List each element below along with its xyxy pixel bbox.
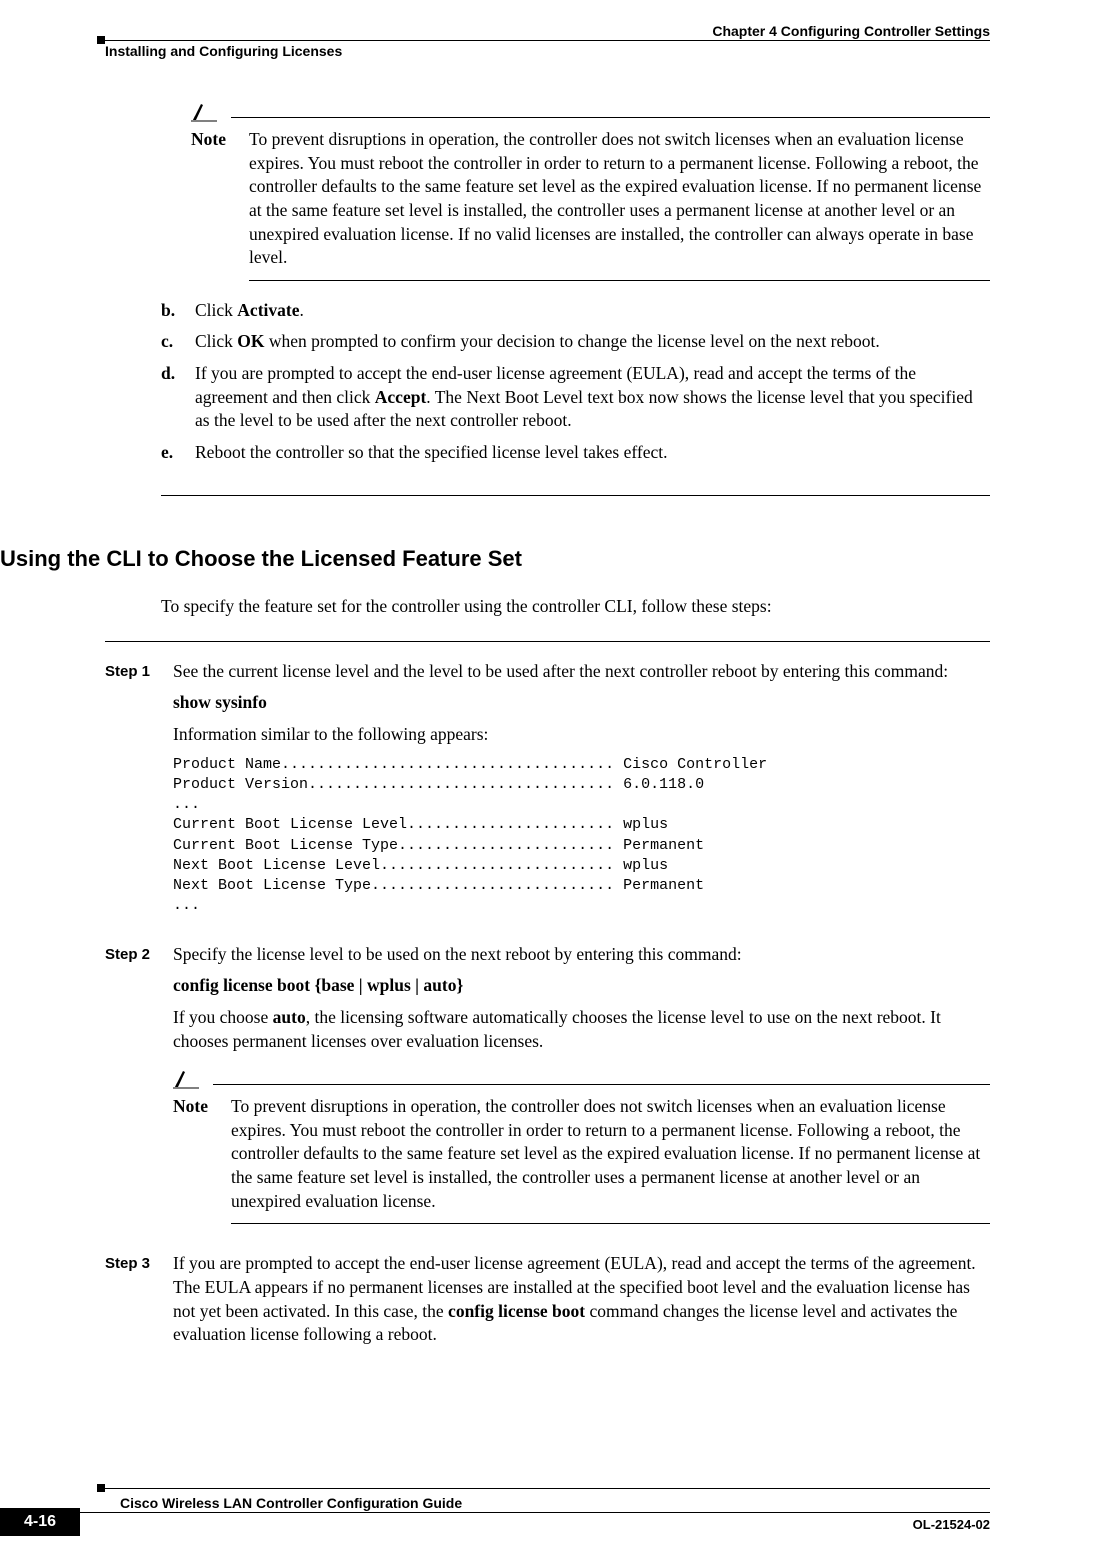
list-item: e. Reboot the controller so that the spe… [161, 441, 990, 465]
step-label: Step 1 [105, 660, 155, 925]
heading-cli-feature-set: Using the CLI to Choose the Licensed Fea… [0, 546, 522, 571]
step-text: If you are prompted to accept the end-us… [173, 1252, 990, 1347]
cli-output: Product Name............................… [173, 755, 990, 917]
text-segment: If you choose [173, 1007, 273, 1027]
item-text: Reboot the controller so that the specif… [195, 441, 990, 465]
step-3: Step 3 If you are prompted to accept the… [105, 1252, 990, 1355]
step-text: Specify the license level to be used on … [173, 943, 990, 967]
note-top-rule [213, 1084, 990, 1085]
running-header-chapter: Chapter 4 Configuring Controller Setting… [712, 22, 990, 41]
note-label: Note [173, 1095, 215, 1213]
bold-term: auto [273, 1007, 306, 1027]
step-text: See the current license level and the le… [173, 660, 990, 684]
step-label: Step 3 [105, 1252, 155, 1355]
list-item: d. If you are prompted to accept the end… [161, 362, 990, 433]
text-segment: when prompted to confirm your decision t… [265, 331, 880, 351]
step-text: Information similar to the following app… [173, 723, 990, 747]
item-label: e. [161, 441, 183, 465]
bold-term: Accept [375, 387, 427, 407]
item-text: If you are prompted to accept the end-us… [195, 362, 990, 433]
item-text: Click Activate. [195, 299, 990, 323]
intro-text: To specify the feature set for the contr… [161, 595, 990, 619]
note-block: Note To prevent disruptions in operation… [173, 1067, 990, 1224]
note-top-rule [231, 117, 990, 118]
footer-rule [105, 1488, 990, 1489]
footer-inner-rule [80, 1512, 990, 1513]
note-text: To prevent disruptions in operation, the… [249, 128, 990, 270]
step-text: If you choose auto, the licensing softwa… [173, 1006, 990, 1053]
note-block: Note To prevent disruptions in operation… [191, 100, 990, 281]
list-item: b. Click Activate. [161, 299, 990, 323]
running-header-section: Installing and Configuring Licenses [105, 42, 342, 61]
section-rule [161, 495, 990, 496]
bold-term: config license boot [173, 975, 310, 995]
command-text: config license boot {base | wplus | auto… [173, 974, 990, 998]
pencil-icon [191, 100, 219, 122]
step-2: Step 2 Specify the license level to be u… [105, 943, 990, 1235]
bold-term: {base | wplus | auto} [310, 975, 463, 995]
bold-term: config license boot [448, 1301, 585, 1321]
item-label: d. [161, 362, 183, 433]
bold-term: Activate [237, 300, 299, 320]
header-marker [97, 36, 105, 44]
pencil-icon [173, 1067, 201, 1089]
step-1: Step 1 See the current license level and… [105, 660, 990, 925]
procedure-top-rule [105, 641, 990, 642]
list-item: c. Click OK when prompted to confirm you… [161, 330, 990, 354]
text-segment: Click [195, 331, 237, 351]
footer-doc-number: OL-21524-02 [913, 1516, 990, 1534]
note-label: Note [191, 128, 233, 270]
item-label: b. [161, 299, 183, 323]
footer-title: Cisco Wireless LAN Controller Configurat… [120, 1494, 462, 1513]
page-number: 4-16 [0, 1508, 80, 1536]
bold-term: OK [237, 331, 264, 351]
step-label: Step 2 [105, 943, 155, 1235]
command-text: show sysinfo [173, 691, 990, 715]
text-segment: . [300, 300, 304, 320]
item-label: c. [161, 330, 183, 354]
item-text: Click OK when prompted to confirm your d… [195, 330, 990, 354]
note-text: To prevent disruptions in operation, the… [231, 1095, 990, 1213]
note-bottom-rule [231, 1223, 990, 1224]
text-segment: Click [195, 300, 237, 320]
note-bottom-rule [249, 280, 990, 281]
footer-marker [97, 1484, 105, 1492]
